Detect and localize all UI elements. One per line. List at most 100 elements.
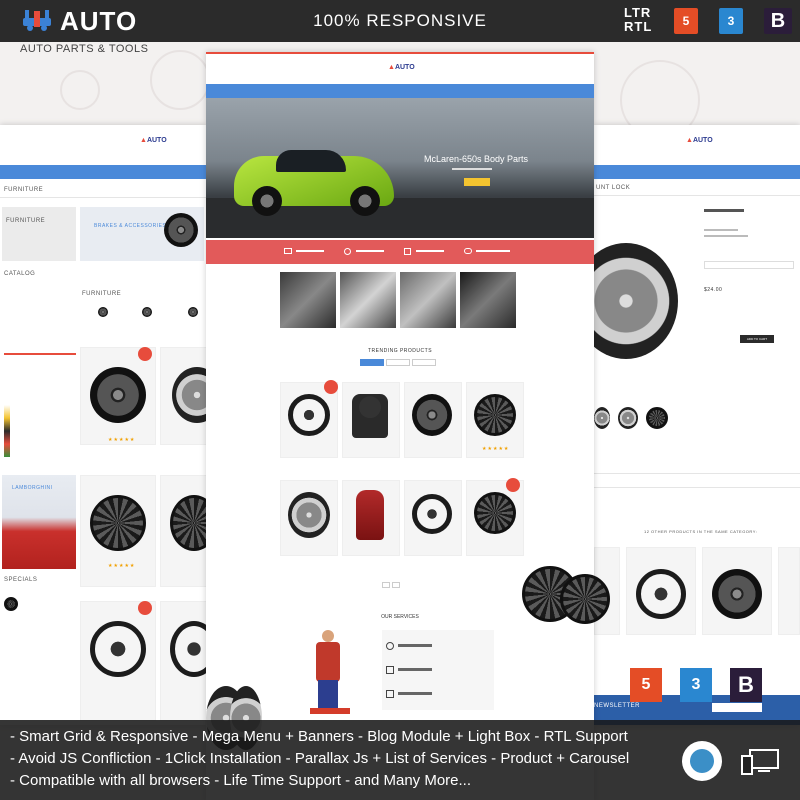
feature-line: [356, 250, 384, 252]
hero-slider[interactable]: McLaren-650s Body Parts: [206, 98, 594, 238]
mini-logo: ▲AUTO: [686, 137, 713, 144]
divider: [594, 195, 800, 196]
wrench-icon: [386, 642, 394, 650]
discount-badge: [138, 347, 152, 361]
car-wheel: [350, 186, 380, 216]
option-row[interactable]: [704, 261, 794, 269]
steering-wheel-icon: [90, 621, 146, 677]
truck-icon: [284, 248, 292, 254]
steering-wheel-icon: [412, 494, 452, 534]
mechanic-legs: [318, 680, 338, 708]
category-tile-door[interactable]: [400, 272, 456, 328]
product-page-preview: ▲AUTO UNT LOCK $24.00 ADD TO CART 12 OTH…: [594, 125, 800, 725]
brake-drum-icon: [712, 569, 762, 619]
quality-icon: [386, 690, 394, 698]
newsletter-label: NEWSLETTER: [594, 703, 641, 709]
mini-logo: ▲AUTO: [388, 64, 415, 71]
tire-product-image: [594, 243, 678, 359]
product-meta-line: [704, 235, 748, 237]
devices-icon: [741, 749, 779, 775]
nav-bar: [594, 165, 800, 179]
tagline: AUTO PARTS & TOOLS: [20, 43, 149, 55]
ad-label: LAMBORGHINI: [12, 485, 53, 491]
rim-thumbnail[interactable]: [646, 407, 668, 429]
services-list: [382, 630, 494, 710]
features-line-2: - Avoid JS Confliction - 1Click Installa…: [10, 750, 630, 767]
brake-disc-icon: [142, 307, 152, 317]
tire-icon: [288, 492, 330, 538]
floral-decoration: [150, 50, 210, 110]
direction-label: LTR RTL: [624, 6, 652, 34]
trolley-jack: [310, 708, 350, 714]
alloy-rim-icon: [474, 492, 516, 534]
chat-icon: [464, 248, 472, 254]
floating-rim-icon: [560, 574, 610, 624]
pagination-next[interactable]: [392, 582, 400, 588]
brake-disc-icon: [98, 307, 108, 317]
service-item: [398, 692, 432, 695]
tire-thumbnail[interactable]: [594, 407, 610, 429]
feature-line: [476, 250, 510, 252]
html5-icon: 5: [630, 668, 662, 702]
features-line-1: - Smart Grid & Responsive - Mega Menu + …: [10, 728, 628, 745]
brake-drum-icon: [412, 394, 452, 436]
gift-icon: [404, 248, 411, 255]
brake-disc-icon: [90, 367, 146, 423]
same-category-title: 12 OTHER PRODUCTS IN THE SAME CATEGORY:: [644, 529, 758, 534]
rating-stars: ★★★★★: [108, 437, 136, 443]
specials-label: SPECIALS: [4, 577, 38, 583]
breadcrumb: UNT LOCK: [596, 185, 631, 191]
features-list: - Smart Grid & Responsive - Mega Menu + …: [0, 720, 800, 800]
bootstrap-icon: B: [764, 8, 792, 34]
css3-icon: 3: [719, 8, 743, 34]
steering-wheel-icon: [636, 569, 686, 619]
feature-line: [416, 250, 444, 252]
price-slider[interactable]: [4, 353, 76, 355]
tab-new[interactable]: [360, 359, 384, 366]
banner-title: BRAKES & ACCESSORIES: [94, 223, 167, 229]
hero-subtitle-line: [452, 168, 492, 170]
steering-wheel-icon: [288, 394, 330, 436]
color-filter[interactable]: [4, 405, 10, 457]
product-title-line: [704, 209, 744, 212]
car-seat-icon: [356, 490, 384, 540]
top-bar: AUTO 100% RESPONSIVE LTR RTL 5 3 B: [0, 0, 800, 42]
listing-label: FURNITURE: [82, 291, 122, 297]
features-line-3: - Compatible with all browsers - Life Ti…: [10, 772, 472, 789]
sidebar-box: [2, 207, 76, 261]
tire-thumbnail[interactable]: [618, 407, 638, 429]
alloy-rim-icon: [90, 495, 146, 551]
discount-badge: [506, 478, 520, 492]
nav-bar: [206, 84, 594, 98]
newsletter-input[interactable]: [712, 703, 762, 712]
support-icon-inner: [690, 749, 714, 773]
mini-logo: ▲AUTO: [140, 137, 167, 144]
product-card[interactable]: [778, 547, 800, 635]
add-to-cart-label: ADD TO CART: [746, 337, 768, 341]
html5-icon: 5: [674, 8, 698, 34]
hero-shop-button[interactable]: [464, 178, 490, 186]
trending-title: TRENDING PRODUCTS: [367, 348, 433, 354]
mechanic-head: [322, 630, 334, 642]
heart-icon: [344, 248, 351, 255]
add-to-cart-button[interactable]: ADD TO CART: [740, 335, 774, 343]
category-tile-body[interactable]: [340, 272, 396, 328]
nav-bar: [0, 165, 206, 179]
mechanic-image: [316, 642, 340, 682]
mobile-icon: [386, 666, 394, 674]
tab-bestseller[interactable]: [412, 359, 436, 366]
divider: [594, 487, 800, 488]
service-item: [398, 668, 432, 671]
bootstrap-icon: B: [730, 668, 762, 702]
brake-disc-icon: [164, 213, 198, 247]
rtl-label: RTL: [624, 19, 653, 34]
category-tile-headlight[interactable]: [460, 272, 516, 328]
breadcrumb: FURNITURE: [4, 187, 44, 193]
rating-stars: ★★★★★: [108, 563, 136, 569]
pagination-prev[interactable]: [382, 582, 390, 588]
tab-featured[interactable]: [386, 359, 410, 366]
gear-shift-icon: [352, 394, 388, 438]
floral-decoration: [60, 70, 100, 110]
category-tile-interior[interactable]: [280, 272, 336, 328]
divider: [594, 473, 800, 474]
